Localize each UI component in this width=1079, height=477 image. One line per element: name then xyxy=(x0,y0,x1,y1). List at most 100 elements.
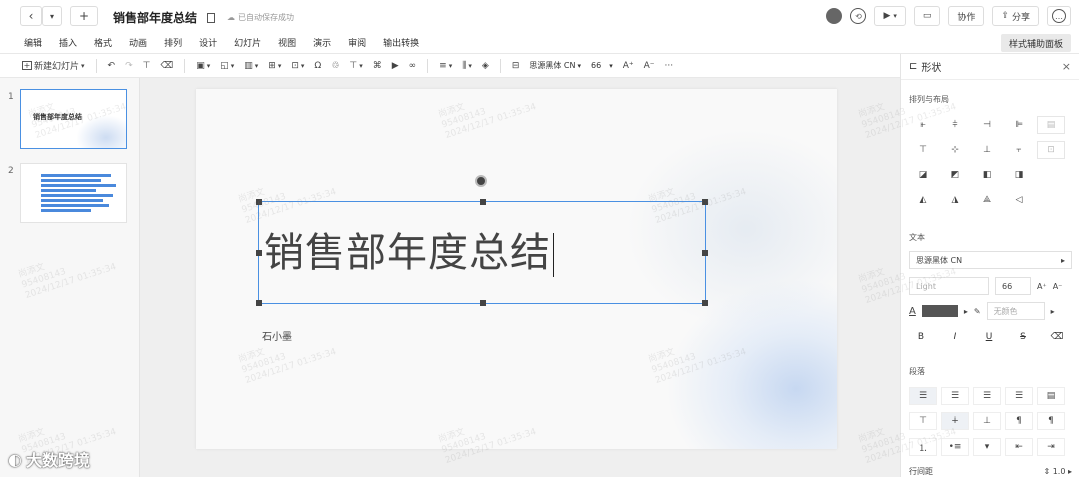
menu-animation[interactable]: 动画 xyxy=(129,36,147,49)
chart-icon[interactable]: ▥ ▾ xyxy=(242,57,260,75)
underline-button[interactable]: U xyxy=(977,328,1001,346)
slide-thumbnail-1[interactable]: 销售部年度总结 xyxy=(20,89,127,149)
line-spacing-select[interactable]: ⇕ 1.0 ▸ xyxy=(1043,467,1072,476)
slide-author[interactable]: 石小墨 xyxy=(262,328,292,343)
indent-icon[interactable]: ⇥ xyxy=(1037,438,1065,456)
rotate-right-icon[interactable]: ◮ xyxy=(941,191,969,209)
textbox-icon[interactable]: ⊡ ▾ xyxy=(289,57,306,75)
history-icon[interactable]: ⟲ xyxy=(850,8,867,24)
valign-top-icon[interactable]: ⊤ xyxy=(909,412,937,430)
bookmark-icon[interactable] xyxy=(207,12,216,23)
panel-font-size[interactable]: 66 xyxy=(995,277,1031,295)
link-icon[interactable]: ∞ xyxy=(407,57,419,75)
slide-thumbnail-2[interactable] xyxy=(20,163,127,223)
menu-export[interactable]: 输出转换 xyxy=(383,36,419,49)
more-tools-button[interactable]: ··· xyxy=(663,57,676,75)
rotate-left-icon[interactable]: ◭ xyxy=(909,191,937,209)
increase-font-button[interactable]: A⁺ xyxy=(621,57,636,75)
align-bottom-icon[interactable]: ⊥ xyxy=(973,141,1001,159)
flip-vertical-icon[interactable]: ◁ xyxy=(1005,191,1033,209)
font-size-select[interactable]: 66 ▾ xyxy=(589,57,615,75)
resize-handle[interactable] xyxy=(702,199,708,205)
close-icon[interactable]: × xyxy=(1062,60,1071,73)
image-icon[interactable]: ▣ ▾ xyxy=(194,57,212,75)
resize-handle[interactable] xyxy=(256,250,262,256)
strikethrough-button[interactable]: S xyxy=(1011,328,1035,346)
resize-handle[interactable] xyxy=(480,199,486,205)
resize-handle[interactable] xyxy=(256,300,262,306)
menu-design[interactable]: 设计 xyxy=(199,36,217,49)
align-right-icon[interactable]: ⊣ xyxy=(973,116,1001,134)
undo-icon[interactable]: ↶ xyxy=(106,57,118,75)
menu-edit[interactable]: 编辑 xyxy=(24,36,42,49)
fill-icon[interactable]: ◈ xyxy=(480,57,491,75)
clear-format-icon[interactable]: ⌫ xyxy=(1045,328,1069,346)
group-icon[interactable]: ⊡ xyxy=(1037,141,1065,159)
decrease-font-icon[interactable]: A⁻ xyxy=(1053,282,1063,291)
menu-slides[interactable]: 幻灯片 xyxy=(234,36,261,49)
highlight-icon[interactable]: ✎ xyxy=(974,307,981,316)
menu-view[interactable]: 视图 xyxy=(278,36,296,49)
align-center-text-icon[interactable]: ☰ xyxy=(941,387,969,405)
distribute-icon[interactable]: ⫼ ▾ xyxy=(460,57,474,75)
align-center-icon[interactable]: ⫩ xyxy=(941,116,969,134)
highlight-select[interactable]: 无颜色 xyxy=(986,302,1045,320)
video-icon[interactable]: ▶ xyxy=(390,57,401,75)
decrease-font-button[interactable]: A⁻ xyxy=(642,57,657,75)
increase-font-icon[interactable]: A⁺ xyxy=(1037,282,1047,291)
bullet-list-icon[interactable]: •≡ xyxy=(941,438,969,456)
distributed-text-icon[interactable]: ▤ xyxy=(1037,387,1065,405)
present-button[interactable]: ▭ xyxy=(913,6,941,26)
valign-bottom-icon[interactable]: ⊥ xyxy=(973,412,1001,430)
italic-button[interactable]: I xyxy=(943,328,967,346)
new-tab-button[interactable]: + xyxy=(70,6,98,26)
flip-horizontal-icon[interactable]: ⟁ xyxy=(973,191,1001,209)
slide-title[interactable]: 销售部年度总结 xyxy=(264,230,554,277)
menu-arrange[interactable]: 排列 xyxy=(164,36,182,49)
bring-front-icon[interactable]: ◪ xyxy=(909,166,937,184)
menu-insert[interactable]: 插入 xyxy=(59,36,77,49)
slide[interactable]: 销售部年度总结 石小墨 xyxy=(196,89,837,449)
numbered-list-icon[interactable]: ⒈ xyxy=(909,438,937,456)
align-top-icon[interactable]: ⊤ xyxy=(909,141,937,159)
align-left-text-icon[interactable]: ☰ xyxy=(909,387,937,405)
attachment-icon[interactable]: ⌘ xyxy=(371,57,384,75)
text-frame-icon[interactable]: ⊤ ▾ xyxy=(347,57,364,75)
list-options-icon[interactable]: ▾ xyxy=(973,438,1001,456)
new-slide-button[interactable]: + 新建幻灯片 ▾ xyxy=(20,57,87,75)
menu-present[interactable]: 演示 xyxy=(313,36,331,49)
send-back-icon[interactable]: ◨ xyxy=(1005,166,1033,184)
rtl-icon[interactable]: ¶ xyxy=(1037,412,1065,430)
font-weight-select[interactable]: Light xyxy=(909,277,989,295)
resize-handle[interactable] xyxy=(480,300,486,306)
share-button[interactable]: ⇪ 分享 xyxy=(992,6,1039,26)
play-button[interactable]: ▶ ▾ xyxy=(874,6,906,26)
shape-icon[interactable]: ◱ ▾ xyxy=(218,57,236,75)
bold-button[interactable]: B xyxy=(909,328,933,346)
send-backward-icon[interactable]: ◧ xyxy=(973,166,1001,184)
redo-icon[interactable]: ↷ xyxy=(123,57,135,75)
menu-review[interactable]: 审阅 xyxy=(348,36,366,49)
align-icon[interactable]: ≡ ▾ xyxy=(437,57,454,75)
chevron-right-icon[interactable]: ▸ xyxy=(1051,307,1055,316)
layout-icon[interactable]: ⊟ xyxy=(510,57,522,75)
symbol-icon[interactable]: Ω xyxy=(312,57,323,75)
rotate-handle[interactable] xyxy=(475,175,487,187)
clear-format-icon[interactable]: ⌫ xyxy=(158,57,175,75)
menu-format[interactable]: 格式 xyxy=(94,36,112,49)
distribute-vertical-icon[interactable]: ⫟ xyxy=(1005,141,1033,159)
user-avatar[interactable] xyxy=(826,8,843,24)
table-icon[interactable]: ⊞ ▾ xyxy=(266,57,283,75)
outdent-icon[interactable]: ⇤ xyxy=(1005,438,1033,456)
resize-handle[interactable] xyxy=(256,199,262,205)
back-button[interactable]: ‹ xyxy=(20,6,42,26)
ltr-icon[interactable]: ¶ xyxy=(1005,412,1033,430)
smartart-icon[interactable]: ♲ xyxy=(329,57,341,75)
resize-handle[interactable] xyxy=(702,250,708,256)
valign-middle-icon[interactable]: ∔ xyxy=(941,412,969,430)
bring-forward-icon[interactable]: ◩ xyxy=(941,166,969,184)
justify-text-icon[interactable]: ☰ xyxy=(1005,387,1033,405)
distribute-disabled-icon[interactable]: ▤ xyxy=(1037,116,1065,134)
chevron-right-icon[interactable]: ▸ xyxy=(964,307,968,316)
align-right-text-icon[interactable]: ☰ xyxy=(973,387,1001,405)
